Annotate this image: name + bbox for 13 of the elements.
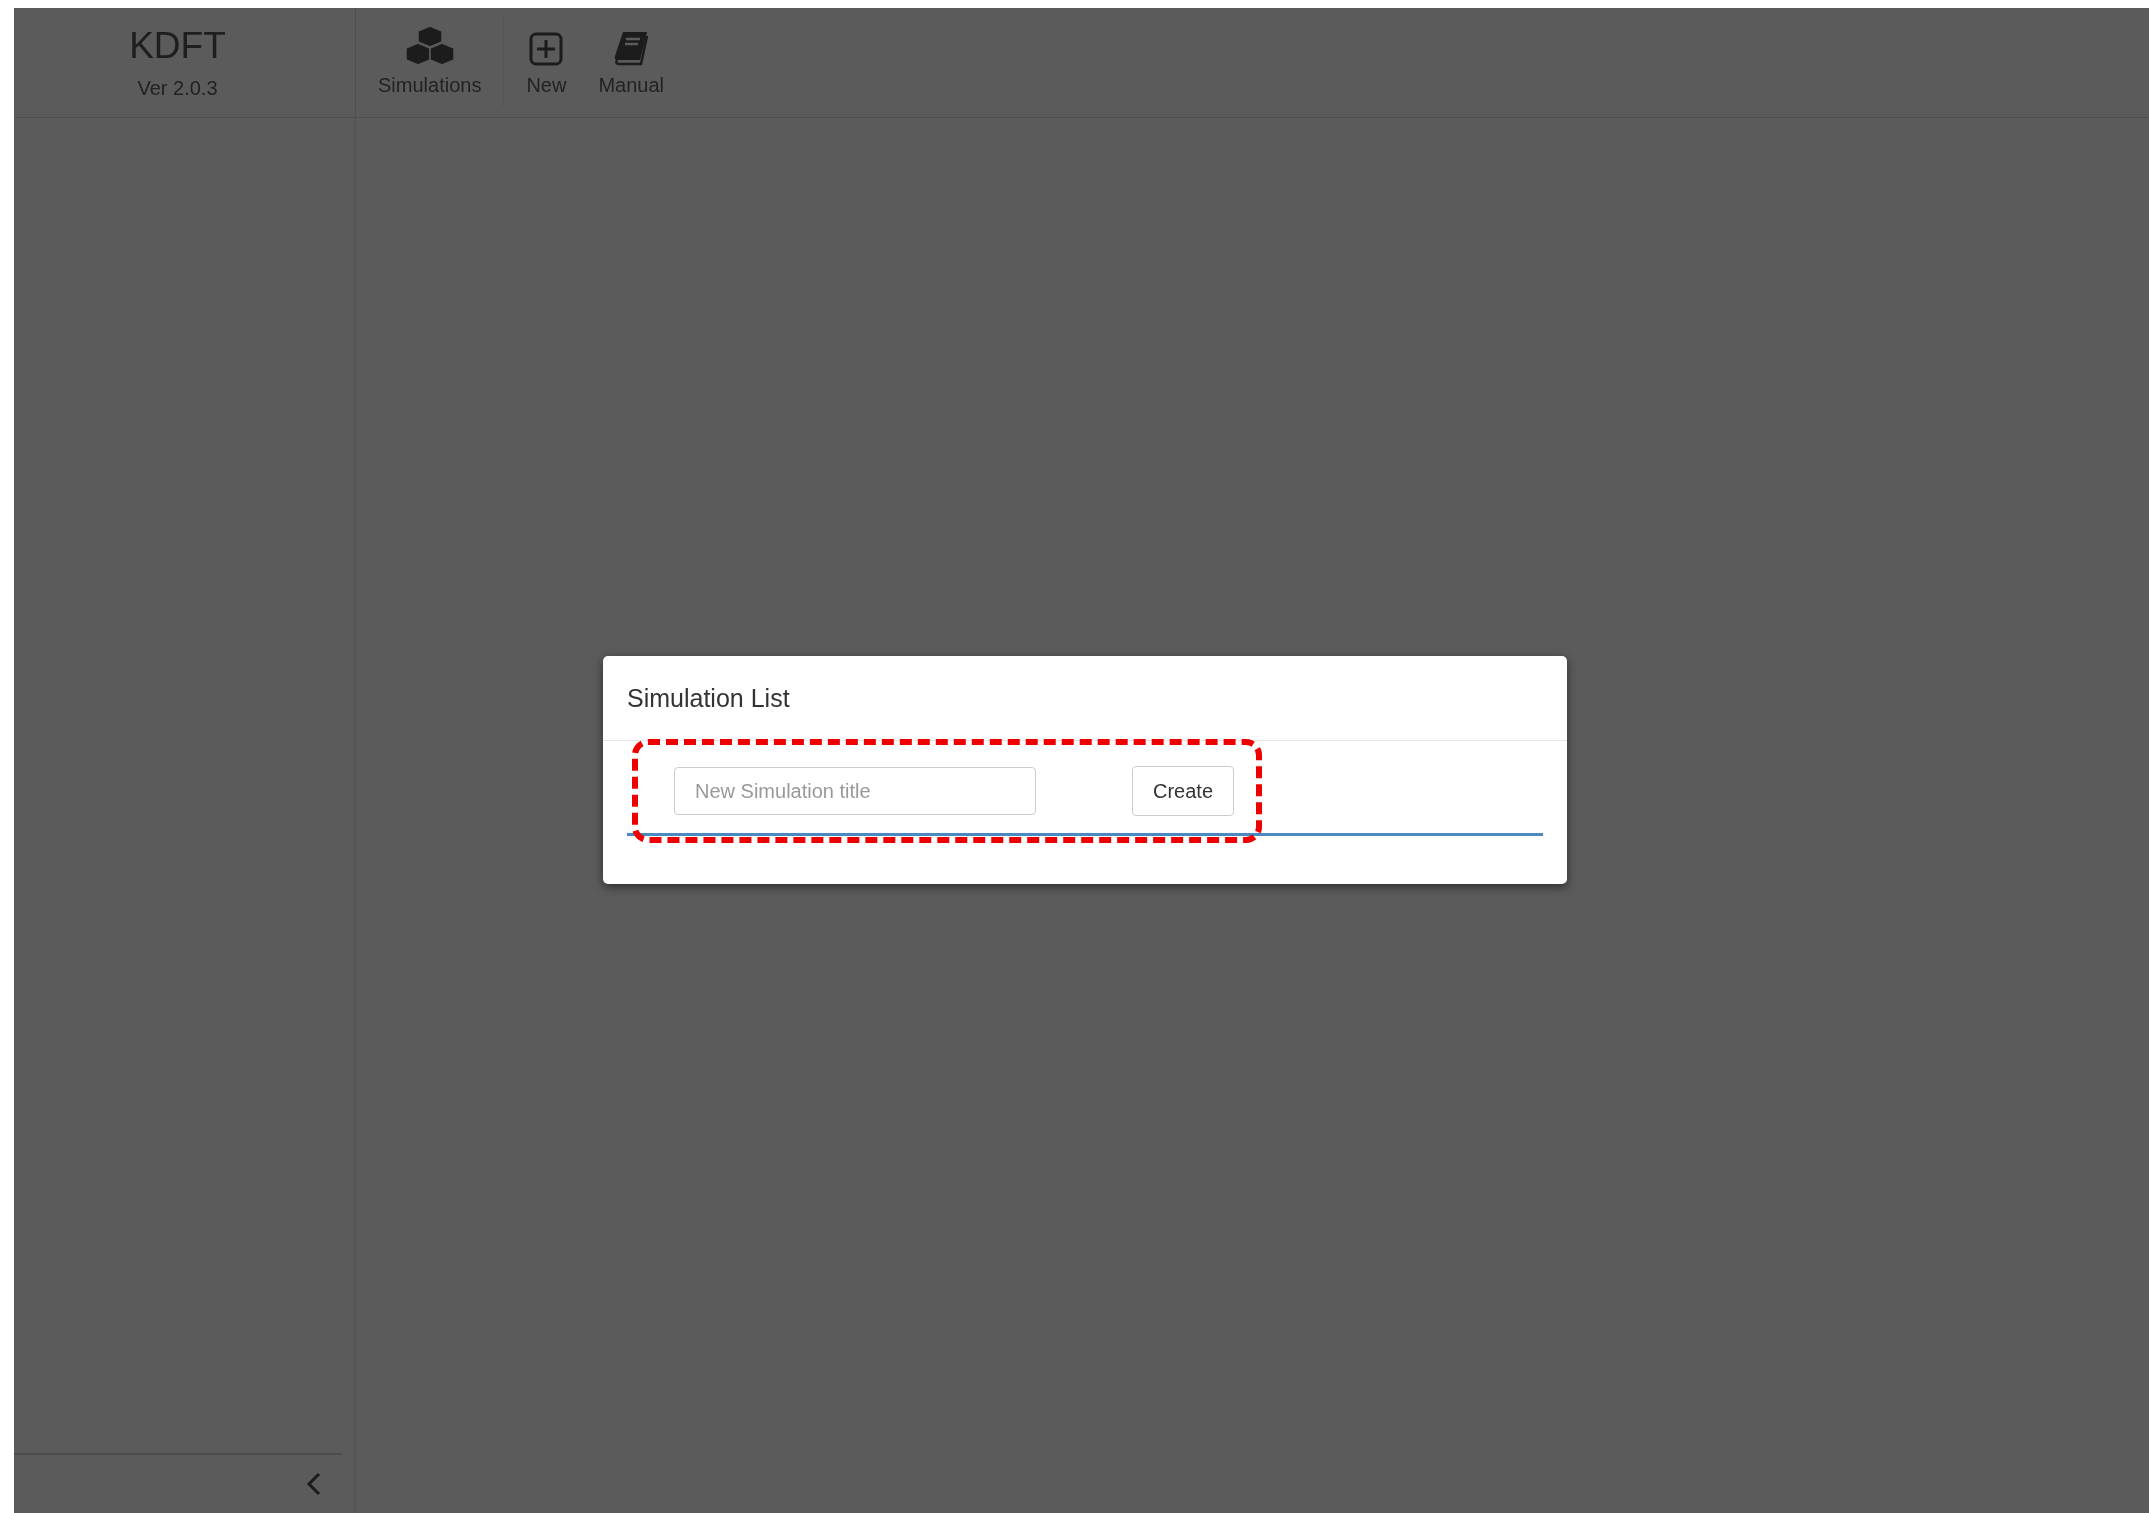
toolbar-button[interactable]: Manual [582, 8, 680, 117]
app-title: KDFT [129, 25, 226, 67]
collapse-button[interactable] [306, 1471, 322, 1497]
toolbar-button[interactable]: New [510, 8, 583, 117]
version-label: Ver 2.0.3 [137, 77, 218, 100]
create-button[interactable]: Create [1132, 766, 1235, 816]
toolbar-button[interactable]: Simulations [362, 8, 498, 117]
title-input-field[interactable]: New Simulation title [674, 767, 1036, 815]
book-icon [613, 30, 650, 66]
chevron-left-icon [306, 1471, 322, 1497]
plus-square-icon [529, 32, 564, 66]
dialog-title: Simulation List [603, 656, 1567, 741]
cubes-icon [404, 24, 455, 66]
